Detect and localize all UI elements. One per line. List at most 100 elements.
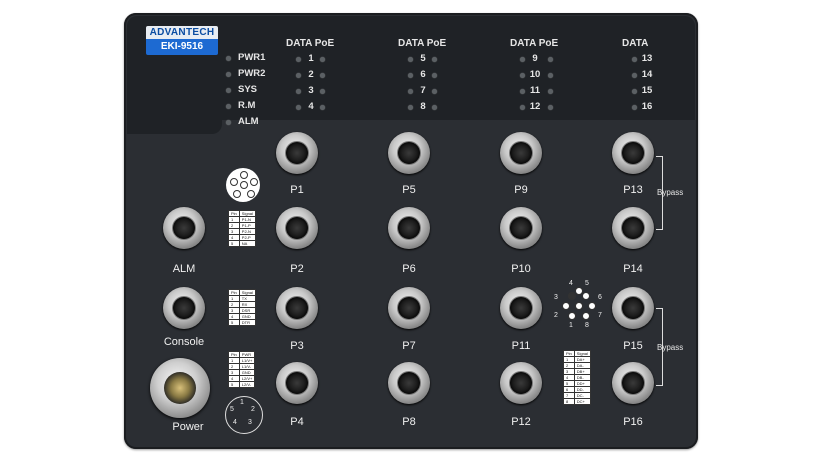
led-poe-8	[432, 105, 437, 110]
power-pin-diagram: 1 2 3 4 5	[225, 396, 263, 434]
led-data-15	[632, 89, 637, 94]
port-p4-connector	[276, 362, 318, 404]
table-cell: 5	[228, 319, 240, 326]
port-p1-label: P1	[290, 184, 304, 196]
led-num-11: 11	[529, 85, 541, 96]
table-cell: 8	[563, 398, 575, 405]
alm-pin-table: Pin Signal 1 P1-N 2 P1-P 3 P2-N 4 P2-P 5 NA	[228, 210, 256, 247]
port-p12-connector	[500, 362, 542, 404]
led-num-3: 3	[308, 85, 314, 96]
led-pwr1	[226, 56, 231, 61]
port-p12-label: P12	[511, 416, 531, 428]
led-poe-5	[432, 57, 437, 62]
eight-pin-diagram: 4 5 3 6 2 7 1 8	[554, 280, 602, 329]
pin-dot	[588, 302, 596, 310]
pin-number: 4	[569, 280, 573, 287]
port-p6-label: P6	[402, 263, 416, 275]
table-cell: NA	[238, 240, 256, 247]
led-panel-notch	[127, 116, 222, 134]
pin-number: 4	[233, 419, 237, 426]
pin-number: 7	[598, 312, 602, 319]
label-sys: SYS	[238, 84, 258, 95]
led-num-7: 7	[420, 85, 426, 96]
port-p3-connector	[276, 287, 318, 329]
model-name: EKI-9516	[146, 39, 218, 55]
alm-connector	[163, 207, 205, 249]
pin-number: 8	[585, 322, 589, 329]
port-p8-label: P8	[402, 416, 416, 428]
port-p2-label: P2	[290, 263, 304, 275]
led-sys	[226, 88, 231, 93]
table-cell: 5	[228, 240, 240, 247]
console-label: Console	[163, 336, 205, 348]
pin-number: 3	[554, 294, 558, 301]
table-header: Signal	[238, 289, 256, 296]
led-data-9	[520, 57, 525, 62]
port-p14-label: P14	[623, 263, 643, 275]
led-num-15: 15	[641, 85, 653, 96]
port-p6-connector	[388, 207, 430, 249]
port-p5-connector	[388, 132, 430, 174]
led-poe-7	[432, 89, 437, 94]
led-alm	[226, 120, 231, 125]
led-data-12	[520, 105, 525, 110]
led-data-6	[408, 73, 413, 78]
pin-number: 1	[569, 322, 573, 329]
led-poe-4	[320, 105, 325, 110]
port-p13-label: P13	[623, 184, 643, 196]
led-num-6: 6	[420, 69, 426, 80]
port-p9-label: P9	[514, 184, 528, 196]
led-num-10: 10	[529, 69, 541, 80]
port-p16-connector	[612, 362, 654, 404]
brand-logo: ADVANTECH EKI-9516	[146, 26, 218, 56]
pin-dot	[575, 287, 583, 295]
label-pwr1: PWR1	[238, 52, 266, 63]
table-header: Signal	[573, 350, 591, 357]
alm-label: ALM	[172, 263, 196, 275]
led-header-3: DATA PoE	[510, 38, 559, 49]
pin-dot	[233, 190, 241, 198]
port-p15-label: P15	[623, 340, 643, 352]
led-data-1	[296, 57, 301, 62]
label-rm: R.M	[238, 100, 256, 111]
pin-dot	[562, 302, 570, 310]
led-data-8	[408, 105, 413, 110]
pin-dot	[247, 190, 255, 198]
port-p10-connector	[500, 207, 542, 249]
led-pwr2	[226, 72, 231, 77]
port-p7-label: P7	[402, 340, 416, 352]
led-data-5	[408, 57, 413, 62]
port-p10-label: P10	[511, 263, 531, 275]
led-poe-9	[548, 57, 553, 62]
led-num-16: 16	[641, 101, 653, 112]
led-poe-12	[548, 105, 553, 110]
pin-dot	[240, 181, 248, 189]
led-poe-11	[548, 89, 553, 94]
led-data-2	[296, 73, 301, 78]
led-data-4	[296, 105, 301, 110]
pin-dot	[240, 171, 248, 179]
label-alm: ALM	[238, 116, 259, 127]
table-cell: 5	[228, 381, 240, 388]
console-connector	[163, 287, 205, 329]
port-p14-connector	[612, 207, 654, 249]
port-p9-connector	[500, 132, 542, 174]
pin-number: 5	[230, 406, 234, 413]
port-p7-connector	[388, 287, 430, 329]
five-pin-diagram	[226, 168, 260, 202]
table-cell: DTR	[238, 319, 256, 326]
pin-number: 5	[585, 280, 589, 287]
led-header-2: DATA PoE	[398, 38, 447, 49]
table-cell: DC+	[573, 398, 591, 405]
led-data-3	[296, 89, 301, 94]
led-num-8: 8	[420, 101, 426, 112]
led-num-4: 4	[308, 101, 314, 112]
led-data-7	[408, 89, 413, 94]
data-pin-table: Pin Signal 1 DA+ 2 DA- 3 DB+ 4 DB- 5 DD+ 6 DD- …	[563, 350, 591, 405]
port-p5-label: P5	[402, 184, 416, 196]
led-num-5: 5	[420, 53, 426, 64]
port-p11-label: P11	[511, 340, 531, 352]
led-data-13	[632, 57, 637, 62]
pin-dot	[568, 312, 576, 320]
label-pwr2: PWR2	[238, 68, 266, 79]
